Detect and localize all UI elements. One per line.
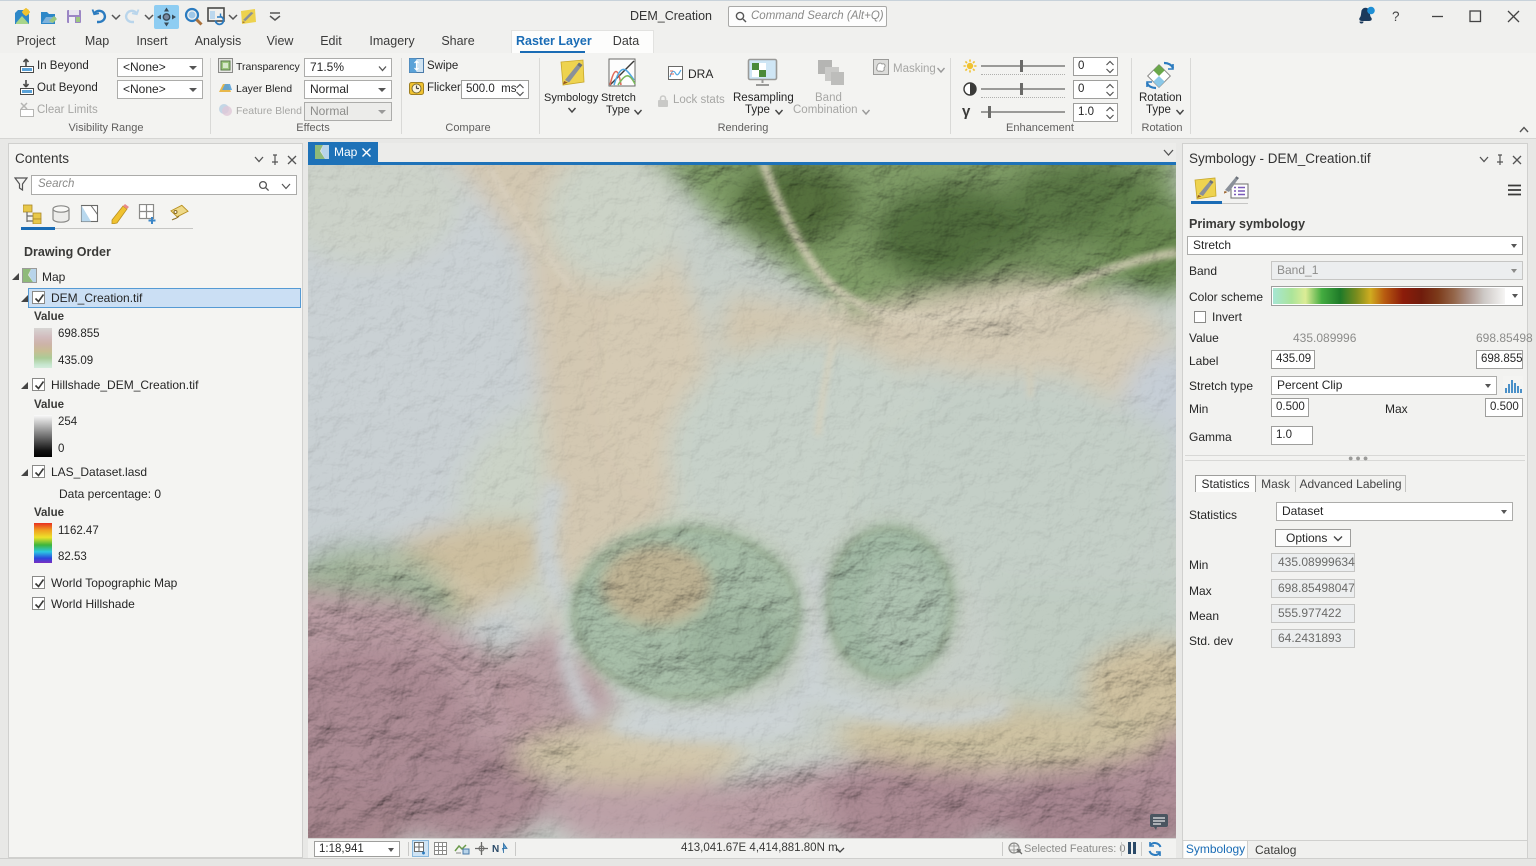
svg-text:?: ? bbox=[1392, 9, 1400, 24]
svg-text:N: N bbox=[492, 844, 499, 855]
